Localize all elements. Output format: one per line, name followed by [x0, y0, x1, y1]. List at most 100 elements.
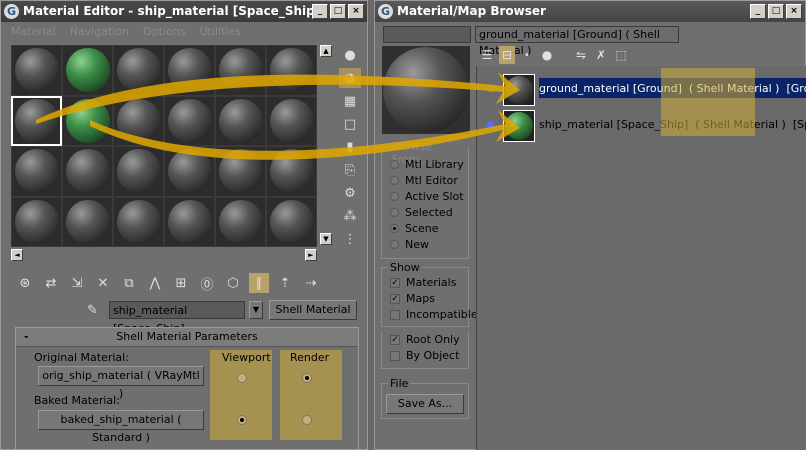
slot-vertical-scrollbar[interactable]: ▲ ▼	[319, 45, 333, 245]
browser-search-input[interactable]	[383, 26, 471, 43]
sample-slot[interactable]	[164, 146, 215, 197]
sample-slot[interactable]	[215, 45, 266, 96]
background-checker-icon[interactable]: ▦	[339, 91, 361, 111]
scroll-up-icon[interactable]: ▲	[320, 45, 332, 57]
sample-slot[interactable]	[164, 95, 215, 146]
options-icon[interactable]: ⚙	[339, 183, 361, 203]
view-list-icons-icon[interactable]: ⊟	[499, 46, 515, 64]
list-item-ground[interactable]: ○ ground_material [Ground] ( Shell Mater…	[477, 72, 806, 106]
update-scene-materials-icon[interactable]: ⇋	[573, 46, 589, 64]
slot-horizontal-scrollbar[interactable]: ◄ ►	[11, 249, 317, 261]
sample-type-icon[interactable]: ●	[339, 45, 361, 65]
sample-slot[interactable]	[11, 196, 62, 247]
material-name-field[interactable]: ship_material [Space_Ship]	[109, 301, 245, 335]
radio-button[interactable]	[390, 240, 399, 249]
checkbox-option[interactable]: ✓ Materials	[390, 276, 456, 289]
menu-material[interactable]: Material	[11, 23, 56, 40]
close-button[interactable]: ×	[786, 4, 802, 19]
sample-slot[interactable]	[266, 45, 317, 96]
select-by-material-icon[interactable]: ⁂	[339, 206, 361, 226]
sample-slot[interactable]	[164, 45, 215, 96]
put-to-library-icon[interactable]: ⊞	[171, 273, 191, 293]
show-end-result-icon[interactable]: ∥	[249, 273, 269, 293]
radio-button[interactable]	[390, 160, 399, 169]
collapse-icon[interactable]: -	[24, 328, 29, 346]
sample-slot[interactable]	[62, 45, 113, 96]
scroll-down-icon[interactable]: ▼	[320, 233, 332, 245]
sample-slot[interactable]	[164, 196, 215, 247]
render-original-radio[interactable]	[302, 373, 312, 383]
make-copy-icon[interactable]: ⧉	[119, 273, 139, 293]
checkbox[interactable]: ✓	[390, 293, 400, 304]
sample-slot[interactable]	[11, 95, 62, 146]
view-large-icons-icon[interactable]: ●	[539, 46, 555, 64]
checkbox-option[interactable]: ✓ Maps	[390, 292, 435, 305]
material-type-button[interactable]: Shell Material	[269, 300, 357, 320]
go-to-parent-icon[interactable]: ⇡	[275, 273, 295, 293]
maximize-button[interactable]: □	[768, 4, 784, 19]
minimize-button[interactable]: _	[312, 4, 328, 19]
radio-button[interactable]	[390, 224, 399, 233]
browse-from-option[interactable]: Scene	[390, 222, 439, 235]
make-preview-icon[interactable]: ⎘	[339, 160, 361, 180]
sample-slot[interactable]	[113, 146, 164, 197]
save-as-button[interactable]: Save As...	[386, 394, 464, 414]
menu-options[interactable]: Options	[143, 23, 185, 40]
material-id-channel-icon[interactable]: ⓪	[197, 273, 217, 293]
sample-slot[interactable]	[11, 146, 62, 197]
sample-slot[interactable]	[215, 95, 266, 146]
sample-slot[interactable]	[62, 196, 113, 247]
assign-to-selection-icon[interactable]: ⇲	[67, 273, 87, 293]
viewport-baked-radio[interactable]	[237, 415, 247, 425]
browse-from-option[interactable]: Mtl Library	[390, 158, 464, 171]
sample-slot[interactable]	[266, 95, 317, 146]
render-baked-radio[interactable]	[302, 415, 312, 425]
checkbox[interactable]	[390, 350, 400, 361]
browse-from-option[interactable]: Mtl Editor	[390, 174, 458, 187]
scroll-right-icon[interactable]: ►	[305, 249, 317, 261]
minimize-button[interactable]: _	[750, 4, 766, 19]
browser-titlebar[interactable]: G Material/Map Browser _ □ ×	[375, 1, 805, 22]
menu-navigation[interactable]: Navigation	[70, 23, 129, 40]
go-forward-to-sibling-icon[interactable]: ⇢	[301, 273, 321, 293]
browse-from-option[interactable]: Selected	[390, 206, 453, 219]
make-unique-icon[interactable]: ⋀	[145, 273, 165, 293]
backlight-icon[interactable]: ◕	[339, 68, 361, 88]
radio-button[interactable]	[390, 208, 399, 217]
sample-slot[interactable]	[62, 146, 113, 197]
list-item-ship[interactable]: ● ship_material [Space_Ship] ( Shell Mat…	[477, 108, 806, 142]
viewport-original-radio[interactable]	[237, 373, 247, 383]
sample-slot[interactable]	[215, 146, 266, 197]
material-editor-titlebar[interactable]: G Material Editor - ship_material [Space…	[1, 1, 367, 22]
original-material-button[interactable]: orig_ship_material ( VRayMtl )	[38, 366, 204, 400]
pick-material-icon[interactable]: ✎	[87, 303, 105, 318]
view-small-icons-icon[interactable]: •	[519, 46, 535, 64]
checkbox-option[interactable]: ✓ Root Only	[390, 333, 460, 346]
checkbox[interactable]	[390, 309, 400, 320]
checkbox-option[interactable]: By Object	[390, 349, 459, 362]
show-map-in-viewport-icon[interactable]: ⬡	[223, 273, 243, 293]
checkbox[interactable]: ✓	[390, 277, 400, 288]
scroll-left-icon[interactable]: ◄	[11, 249, 23, 261]
sample-slot[interactable]	[215, 196, 266, 247]
baked-material-button[interactable]: baked_ship_material ( Standard )	[38, 410, 204, 444]
sample-slot[interactable]	[113, 196, 164, 247]
sample-slot[interactable]	[113, 45, 164, 96]
sample-slot[interactable]	[266, 196, 317, 247]
rollout-header[interactable]: - Shell Material Parameters	[16, 328, 358, 347]
sample-uv-tiling-icon[interactable]: □	[339, 114, 361, 134]
video-color-check-icon[interactable]: ▮	[339, 137, 361, 157]
browse-from-option[interactable]: Active Slot	[390, 190, 464, 203]
material-navigator-icon[interactable]: ⋮	[339, 229, 361, 249]
browse-from-option[interactable]: New	[390, 238, 429, 251]
close-button[interactable]: ×	[348, 4, 364, 19]
sample-slot[interactable]	[11, 45, 62, 96]
radio-button[interactable]	[390, 176, 399, 185]
delete-from-library-icon[interactable]: ✗	[593, 46, 609, 64]
sample-slot[interactable]	[113, 95, 164, 146]
get-material-icon[interactable]: ⊛	[15, 273, 35, 293]
sample-slot[interactable]	[266, 146, 317, 197]
view-list-icon[interactable]: ☰	[479, 46, 495, 64]
maximize-button[interactable]: □	[330, 4, 346, 19]
sample-slot[interactable]	[62, 95, 113, 146]
